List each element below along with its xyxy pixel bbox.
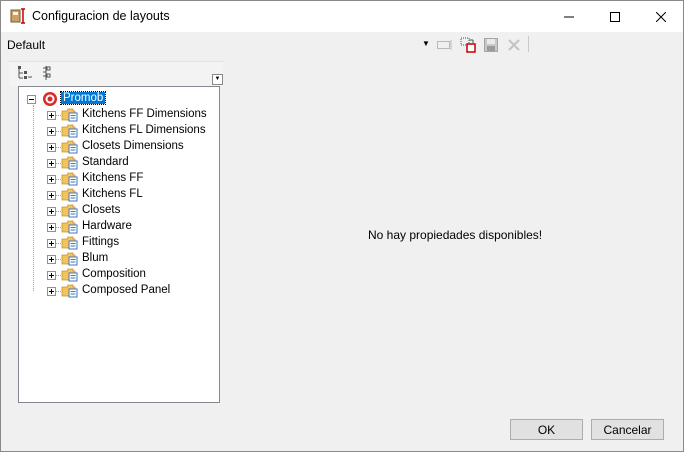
expand-icon[interactable]	[47, 127, 56, 136]
folder-layout-icon	[61, 108, 78, 122]
expand-icon[interactable]	[47, 223, 56, 232]
tree-node-label: Standard	[82, 156, 129, 168]
app-icon	[10, 8, 25, 24]
tree-node-label: Hardware	[82, 220, 132, 232]
rename-icon	[437, 40, 452, 50]
new-layout-button[interactable]	[459, 36, 477, 54]
expand-icon[interactable]	[47, 159, 56, 168]
tree-node-label: Kitchens FL Dimensions	[82, 124, 206, 136]
tree-node[interactable]: Kitchens FL Dimensions	[19, 123, 217, 139]
folder-layout-icon	[61, 268, 78, 282]
maximize-button[interactable]	[592, 1, 638, 32]
tree-node-label: Composition	[82, 268, 146, 280]
tree-node-label: Fittings	[82, 236, 120, 248]
delete-layout-button[interactable]	[505, 36, 523, 54]
toolbar-separator	[528, 36, 529, 52]
tree-node[interactable]: Fittings	[19, 235, 217, 251]
folder-layout-icon	[61, 140, 78, 154]
expand-icon[interactable]	[47, 239, 56, 248]
title-bar: Configuracion de layouts	[1, 1, 683, 32]
window-title: Configuracion de layouts	[32, 9, 170, 23]
tree-node[interactable]: Composed Panel	[19, 283, 217, 299]
tree-node[interactable]: Closets	[19, 203, 217, 219]
tree-node-root[interactable]: Promob	[19, 91, 217, 107]
expand-icon[interactable]	[47, 143, 56, 152]
tree-toolbar: ▼	[9, 61, 223, 86]
tree-node-label: Closets	[82, 204, 121, 216]
delete-icon	[508, 39, 520, 51]
folder-layout-icon	[61, 220, 78, 234]
tree-node-label: Kitchens FL	[82, 188, 143, 200]
tree-node-label: Blum	[82, 252, 109, 264]
ok-button[interactable]: OK	[510, 419, 583, 440]
close-icon	[656, 11, 666, 22]
folder-layout-icon	[61, 156, 78, 170]
tree-node[interactable]: Hardware	[19, 219, 217, 235]
tree-node[interactable]: Closets Dimensions	[19, 139, 217, 155]
folder-layout-icon	[61, 172, 78, 186]
maximize-icon	[610, 11, 620, 22]
tree-node-label: Closets Dimensions	[82, 140, 184, 152]
tree-node[interactable]: Blum	[19, 251, 217, 267]
dropdown-arrow-icon: ▼	[422, 39, 430, 48]
categorized-view-icon[interactable]	[17, 65, 33, 81]
tree-node[interactable]: Kitchens FF Dimensions	[19, 107, 217, 123]
tree-node-label: Composed Panel	[82, 284, 171, 296]
promob-logo-icon	[43, 92, 57, 106]
expand-icon[interactable]	[47, 255, 56, 264]
tree-node-label: Kitchens FF Dimensions	[82, 108, 207, 120]
folder-layout-icon	[61, 236, 78, 250]
folder-layout-icon	[61, 252, 78, 266]
expand-icon[interactable]	[47, 191, 56, 200]
properties-empty-message: No hay propiedades disponibles!	[368, 228, 543, 242]
expand-icon[interactable]	[47, 111, 56, 120]
tree-node[interactable]: Kitchens FL	[19, 187, 217, 203]
minimize-icon	[564, 16, 574, 17]
tree-node-label: Promob	[59, 91, 107, 105]
tree-node[interactable]: Kitchens FF	[19, 171, 217, 187]
expand-icon[interactable]	[47, 271, 56, 280]
minimize-button[interactable]	[546, 1, 592, 32]
collapse-icon[interactable]	[27, 95, 36, 104]
cancel-button[interactable]: Cancelar	[591, 419, 664, 440]
expand-icon[interactable]	[47, 175, 56, 184]
rename-layout-button[interactable]	[436, 36, 454, 54]
layout-config-dialog: Configuracion de layouts Default ▼ ▼ Pro…	[0, 0, 684, 452]
expand-icon[interactable]	[47, 207, 56, 216]
tree-toolbar-overflow[interactable]: ▼	[212, 74, 223, 85]
new-layout-icon	[460, 37, 476, 53]
folder-layout-icon	[61, 188, 78, 202]
layout-tree: Promob Kitchens FF Dimensions Kitchens FL…	[18, 86, 220, 403]
alphabetical-view-icon[interactable]	[41, 65, 57, 81]
save-layout-button[interactable]	[482, 36, 500, 54]
folder-layout-icon	[61, 284, 78, 298]
layout-dropdown[interactable]: Default ▼	[2, 34, 433, 54]
save-icon	[484, 38, 498, 52]
tree-node[interactable]: Standard	[19, 155, 217, 171]
tree-node-label: Kitchens FF	[82, 172, 144, 184]
tree-node[interactable]: Composition	[19, 267, 217, 283]
folder-layout-icon	[61, 124, 78, 138]
folder-layout-icon	[61, 204, 78, 218]
expand-icon[interactable]	[47, 287, 56, 296]
close-button[interactable]	[638, 1, 684, 32]
layout-dropdown-value: Default	[7, 38, 46, 52]
